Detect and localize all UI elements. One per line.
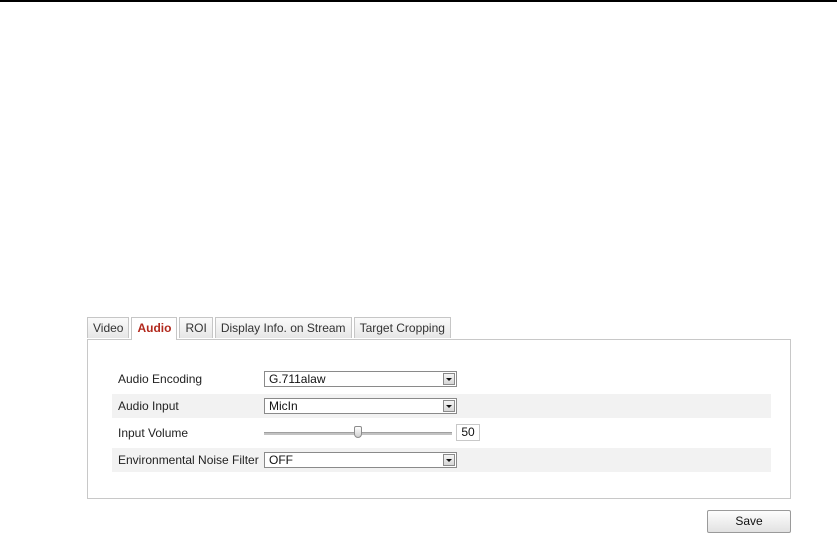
top-divider <box>0 0 837 2</box>
chevron-down-icon[interactable] <box>443 454 455 466</box>
settings-tabs: Video Audio ROI Display Info. on Stream … <box>87 317 453 340</box>
audio-input-label: Audio Input <box>118 399 179 413</box>
input-volume-row: Input Volume 50 <box>112 421 771 445</box>
input-volume-value[interactable]: 50 <box>456 424 480 441</box>
tab-target-cropping[interactable]: Target Cropping <box>353 317 451 338</box>
audio-encoding-select[interactable]: G.711alaw <box>264 371 457 387</box>
input-volume-label: Input Volume <box>118 426 189 440</box>
input-volume-slider-thumb[interactable] <box>354 426 362 438</box>
audio-input-value: MicIn <box>269 399 298 413</box>
save-button[interactable]: Save <box>707 510 791 533</box>
audio-input-row: Audio Input MicIn <box>112 394 771 418</box>
audio-settings-panel: Audio Encoding G.711alaw Audio Input Mic… <box>87 339 791 499</box>
tab-video[interactable]: Video <box>87 317 130 338</box>
noise-filter-row: Environmental Noise Filter OFF <box>112 448 771 472</box>
chevron-down-icon[interactable] <box>443 400 455 412</box>
noise-filter-select[interactable]: OFF <box>264 452 457 468</box>
audio-encoding-label: Audio Encoding <box>118 372 203 386</box>
noise-filter-value: OFF <box>269 453 293 467</box>
tab-display-info-on-stream[interactable]: Display Info. on Stream <box>214 317 352 338</box>
audio-input-select[interactable]: MicIn <box>264 398 457 414</box>
tab-audio[interactable]: Audio <box>131 317 178 340</box>
audio-encoding-value: G.711alaw <box>269 372 326 386</box>
tab-roi[interactable]: ROI <box>179 317 213 338</box>
audio-encoding-row: Audio Encoding G.711alaw <box>112 367 771 391</box>
noise-filter-label: Environmental Noise Filter <box>118 453 259 467</box>
chevron-down-icon[interactable] <box>443 373 455 385</box>
